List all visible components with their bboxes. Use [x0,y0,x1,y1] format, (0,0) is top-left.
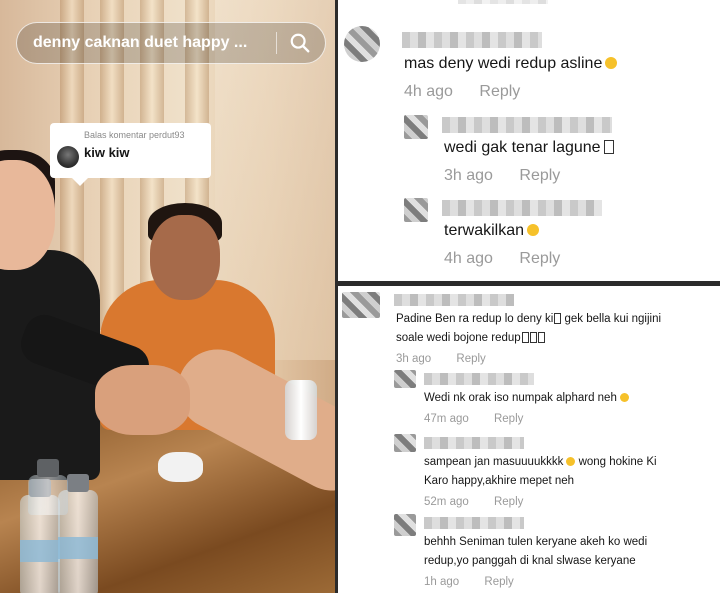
reply-text: kiw kiw [84,145,130,160]
comment-time: 52m ago [424,496,469,508]
comment-meta: 47m ago Reply [424,413,523,425]
blurred-username[interactable] [402,32,542,48]
comment-text: behhh Seniman tulen keryane akeh ko wedi [424,536,648,548]
comment-text: wedi gak tenar lagune [444,139,614,157]
comment-meta: 52m ago Reply [424,496,523,508]
avatar [57,146,79,168]
comment-time: 3h ago [444,167,493,184]
water-bottle [28,459,68,515]
comment-text-line2: soale wedi bojone redup [396,332,545,344]
missing-glyph-icon [603,140,614,154]
search-query[interactable]: denny caknan duet happy ... [33,34,268,52]
avatar[interactable] [394,514,416,536]
water-bottle [285,380,317,440]
missing-glyph-icon [554,313,562,324]
video-player[interactable]: denny caknan duet happy ... Balas koment… [0,0,335,593]
blurred-username[interactable] [424,517,524,529]
reply-comment-card: Balas komentar perdut93 kiw kiw [50,123,211,186]
comment-text: mas deny wedi redup asline [404,55,618,73]
blurred-username[interactable] [424,373,534,385]
comment-text: Padine Ben ra redup lo deny ki gek bella… [396,313,662,325]
laughing-emoji-icon [566,457,576,466]
comment-time: 1h ago [424,576,460,588]
comment-meta: 3h ago Reply [396,353,486,365]
comment-text: Wedi nk orak iso numpak alphard neh [424,392,629,404]
blurred-header [458,0,548,4]
comments-panel-bottom: Padine Ben ra redup lo deny ki gek bella… [338,286,720,593]
laughing-emoji-icon [605,57,618,69]
comment-meta: 4h ago Reply [444,250,560,268]
reply-link[interactable]: Reply [494,413,523,425]
search-divider [276,32,277,54]
comment-time: 4h ago [444,250,493,267]
reply-link[interactable]: Reply [456,353,485,365]
comment-meta: 3h ago Reply [444,167,560,185]
reply-link[interactable]: Reply [494,496,523,508]
comment-text-line2: redup,yo panggah di knal slwase keryane [424,555,636,567]
comment-time: 4h ago [404,83,453,100]
avatar[interactable] [342,292,380,318]
woman-face [150,215,220,300]
comment-meta: 1h ago Reply [424,576,514,588]
reply-link[interactable]: Reply [519,250,560,267]
reply-label: Balas komentar perdut93 [84,130,185,140]
blurred-username[interactable] [394,294,514,306]
reply-link[interactable]: Reply [479,83,520,100]
comment-time: 3h ago [396,353,432,365]
comments-panel-top: mas deny wedi redup asline 4h ago Reply … [338,0,720,281]
blurred-username[interactable] [442,117,612,133]
avatar[interactable] [394,370,416,388]
blurred-username[interactable] [424,437,524,449]
avatar[interactable] [404,115,428,139]
avatar[interactable] [344,26,380,62]
tissue [158,452,203,482]
avatar[interactable] [404,198,428,222]
blurred-username[interactable] [442,200,602,216]
handshake [95,365,190,435]
comment-text: terwakilkan [444,222,540,240]
laughing-emoji-icon [527,224,540,236]
search-bar[interactable]: denny caknan duet happy ... [16,22,326,64]
avatar[interactable] [394,434,416,452]
comment-time: 47m ago [424,413,469,425]
reply-link[interactable]: Reply [519,167,560,184]
search-icon[interactable] [289,32,311,54]
laughing-emoji-icon [619,393,629,402]
reply-link[interactable]: Reply [484,576,513,588]
comment-text: sampean jan masuuuukkkk wong hokine Ki [424,456,657,468]
comment-text-line2: Karo happy,akhire mepet neh [424,475,575,487]
comment-meta: 4h ago Reply [404,83,520,101]
